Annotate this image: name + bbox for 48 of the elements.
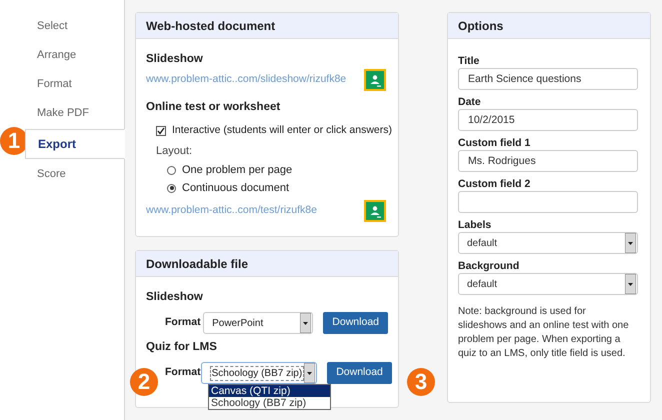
select-field[interactable]: PowerPoint: [203, 312, 314, 334]
checkbox-label: Interactive (students will enter or click answers): [172, 123, 392, 138]
field-label: Date: [458, 96, 482, 109]
panel-header: Web-hosted document: [136, 13, 398, 39]
section-heading: Slideshow: [146, 290, 204, 305]
dropdown-option[interactable]: Canvas (QTI zip): [209, 385, 330, 397]
classroom-icon[interactable]: [364, 200, 386, 222]
dropdown-option[interactable]: Schoology (BB7 zip): [209, 397, 330, 409]
download-button[interactable]: Download: [327, 362, 392, 384]
text-field[interactable]: Earth Science questions: [458, 68, 638, 90]
text-field[interactable]: Ms. Rodrigues: [458, 150, 638, 172]
field-label: Labels: [458, 219, 492, 232]
select-field[interactable]: default: [458, 273, 638, 295]
field-label: Background: [458, 260, 520, 273]
select-field[interactable]: Schoology (BB7 zip): [200, 362, 318, 384]
layout-label: Layout:: [155, 144, 194, 159]
sidebar-tab[interactable]: Export: [25, 129, 125, 159]
radio-label: Continuous document: [182, 180, 290, 196]
format-label: Format: [164, 315, 202, 330]
radio-button[interactable]: [167, 166, 176, 174]
dropdown-arrow-icon[interactable]: [304, 363, 316, 383]
field-label: Custom field 2: [458, 178, 532, 191]
text-field[interactable]: 10/2/2015: [458, 109, 638, 131]
sidebar-tab[interactable]: Score: [0, 160, 125, 189]
sidebar-tab[interactable]: Make PDF: [0, 99, 125, 128]
field-label: Custom field 1: [458, 137, 532, 150]
dropdown-arrow-icon[interactable]: [625, 233, 636, 253]
radio-label: One problem per page: [182, 162, 292, 178]
note-text: Note: background is used for slideshows and an online test with one problem per page. When exporting a quiz to an LMS, only title field is used.: [458, 305, 630, 361]
text-field[interactable]: [458, 191, 638, 213]
download-button[interactable]: Download: [323, 312, 388, 334]
section-heading: Online test or worksheet: [146, 100, 282, 115]
section-heading: Quiz for LMS: [146, 340, 218, 355]
sidebar-tab[interactable]: Arrange: [0, 41, 125, 70]
sidebar-tab[interactable]: Select: [0, 12, 125, 41]
panel-header: Options: [448, 13, 650, 39]
field-label: Title: [458, 55, 480, 68]
radio-button[interactable]: [167, 184, 176, 192]
sidebar-tab[interactable]: Format: [0, 70, 125, 99]
checkbox[interactable]: [156, 126, 166, 136]
select-field[interactable]: default: [458, 232, 638, 254]
format-label: Format: [164, 365, 201, 380]
panel-header: Downloadable file: [136, 251, 398, 277]
dropdown-arrow-icon[interactable]: [625, 274, 636, 294]
classroom-icon[interactable]: [364, 69, 386, 91]
callout-number: 1: [0, 127, 28, 155]
dropdown-arrow-icon[interactable]: [300, 313, 312, 333]
section-heading: Slideshow: [146, 52, 204, 67]
